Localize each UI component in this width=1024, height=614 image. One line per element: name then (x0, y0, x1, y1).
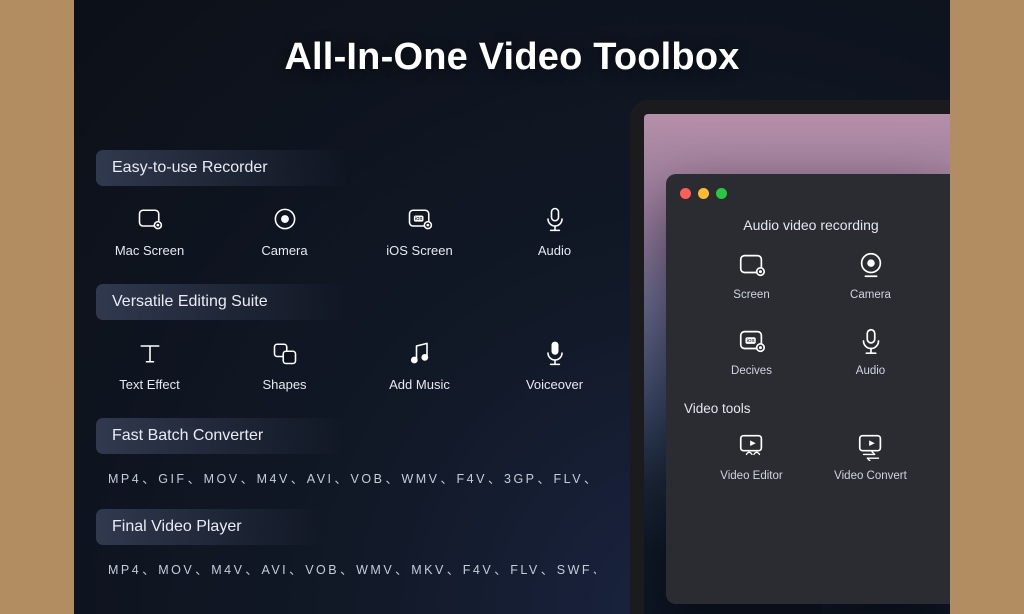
microphone-icon (540, 204, 570, 234)
panel-heading-tools: Video tools (684, 401, 942, 416)
ios-screen-icon: iOS (405, 204, 435, 234)
app-window: Audio video recording Screen Camera iOS … (666, 174, 950, 604)
panel-item-converter[interactable]: Video Convert (821, 430, 920, 482)
feature-label: Voiceover (526, 377, 583, 392)
panel-heading-recording: Audio video recording (680, 217, 942, 233)
feature-add-music[interactable]: Add Music (378, 338, 461, 392)
video-editor-icon (736, 430, 768, 462)
feature-voiceover[interactable]: Voiceover (513, 338, 596, 392)
maximize-icon[interactable] (716, 188, 727, 199)
close-icon[interactable] (680, 188, 691, 199)
ios-screen-icon: iOS (736, 325, 768, 357)
recorder-row: Mac Screen Camera iOS iOS Screen Audio (108, 204, 596, 258)
feature-text-effect[interactable]: Text Effect (108, 338, 191, 392)
svg-text:iOS: iOS (414, 216, 422, 221)
svg-text:iOS: iOS (746, 338, 754, 343)
panel-label: Video Convert (834, 470, 907, 482)
window-controls[interactable] (680, 188, 942, 199)
panel-item-editor[interactable]: Video Editor (702, 430, 801, 482)
panel-item-audio[interactable]: Audio (821, 325, 920, 377)
screen-icon (736, 249, 768, 281)
shapes-icon (270, 338, 300, 368)
microphone-solid-icon (540, 338, 570, 368)
video-convert-icon (855, 430, 887, 462)
recording-grid: Screen Camera iOS Decives Audio (680, 249, 942, 393)
panel-label: Audio (856, 365, 885, 377)
panel-item-screen[interactable]: Screen (702, 249, 801, 301)
feature-label: iOS Screen (386, 243, 452, 258)
page-title: All-In-One Video Toolbox (74, 36, 950, 79)
feature-label: Shapes (262, 377, 306, 392)
feature-audio[interactable]: Audio (513, 204, 596, 258)
microphone-icon (855, 325, 887, 357)
panel-item-devices[interactable]: iOS Decives (702, 325, 801, 377)
device-mockup: Audio video recording Screen Camera iOS … (630, 100, 950, 614)
camera-icon (270, 204, 300, 234)
player-formats: MP4、MOV、M4V、AVI、VOB、WMV、MKV、F4V、FLV、SWF、… (108, 559, 596, 578)
feature-mac-screen[interactable]: Mac Screen (108, 204, 191, 258)
feature-label: Mac Screen (115, 243, 184, 258)
converter-formats: MP4、GIF、MOV、M4V、AVI、VOB、WMV、F4V、3GP、FLV、… (108, 468, 596, 487)
feature-ios-screen[interactable]: iOS iOS Screen (378, 204, 461, 258)
feature-label: Audio (538, 243, 571, 258)
section-heading-editing: Versatile Editing Suite (96, 284, 348, 320)
tools-grid: Video Editor Video Convert (680, 430, 942, 482)
panel-label: Screen (733, 289, 769, 301)
section-heading-recorder: Easy-to-use Recorder (96, 150, 348, 186)
feature-label: Camera (261, 243, 307, 258)
camera-icon (855, 249, 887, 281)
panel-label: Video Editor (720, 470, 782, 482)
panel-label: Camera (850, 289, 891, 301)
promo-card: All-In-One Video Toolbox Easy-to-use Rec… (74, 0, 950, 614)
feature-camera[interactable]: Camera (243, 204, 326, 258)
section-heading-converter: Fast Batch Converter (96, 418, 343, 454)
panel-item-camera[interactable]: Camera (821, 249, 920, 301)
screen-icon (135, 204, 165, 234)
minimize-icon[interactable] (698, 188, 709, 199)
panel-label: Decives (731, 365, 772, 377)
music-icon (405, 338, 435, 368)
text-icon (135, 338, 165, 368)
section-heading-player: Final Video Player (96, 509, 322, 545)
editing-row: Text Effect Shapes Add Music Voiceover (108, 338, 596, 392)
feature-columns: Easy-to-use Recorder Mac Screen Camera i… (96, 150, 596, 600)
feature-label: Add Music (389, 377, 450, 392)
feature-shapes[interactable]: Shapes (243, 338, 326, 392)
feature-label: Text Effect (119, 377, 179, 392)
